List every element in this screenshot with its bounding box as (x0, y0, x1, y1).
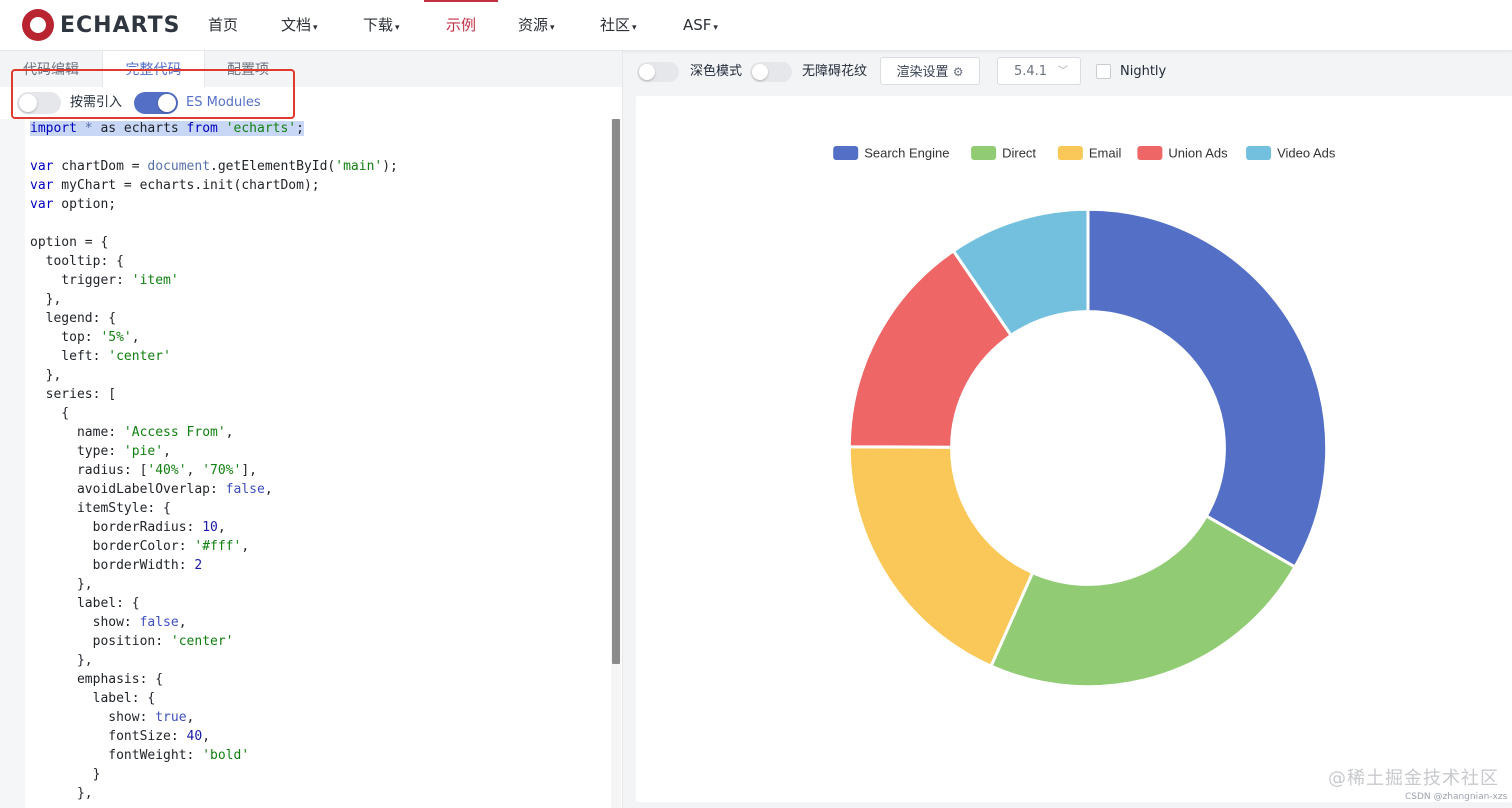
caret-down-icon: ▾ (550, 23, 555, 33)
legend-swatch (1246, 146, 1272, 160)
legend-label: Email (1089, 146, 1122, 161)
nav-item-resources[interactable]: 资源 ▾ (518, 0, 555, 50)
nav-item-download[interactable]: 下载 ▾ (363, 0, 400, 50)
nav-item-label: 资源 (518, 16, 549, 34)
version-select[interactable]: 5.4.1 ﹀ (997, 57, 1081, 85)
credit-text: CSDN @zhangnian-xzs (1405, 792, 1508, 802)
nav-item-docs[interactable]: 文档 ▾ (281, 0, 318, 50)
legend-label: Direct (1002, 146, 1036, 161)
editor-scrollbar-thumb[interactable] (612, 119, 620, 664)
caret-down-icon: ▾ (632, 23, 637, 33)
echarts-logo-icon (22, 9, 54, 41)
echarts-logo[interactable]: ECHARTS (22, 8, 180, 42)
legend-label: Union Ads (1168, 146, 1228, 161)
version-value: 5.4.1 (1014, 64, 1048, 79)
chevron-down-icon: ﹀ (1058, 66, 1068, 77)
nav-item-label: ASF (683, 16, 712, 34)
decal-toggle[interactable] (750, 62, 792, 82)
logo-text: ECHARTS (60, 12, 181, 38)
code-content: import * as echarts from 'echarts'; var c… (30, 121, 398, 801)
legend-swatch (971, 146, 997, 160)
nav-item-label: 下载 (363, 16, 394, 34)
dark-mode-toggle[interactable] (637, 62, 679, 82)
code-panel: 代码编辑 完整代码 配置项 按需引入 ES Modules import * a… (0, 51, 623, 808)
legend-label: Video Ads (1277, 146, 1336, 161)
nightly-label: Nightly (1120, 64, 1167, 79)
legend-swatch (1137, 146, 1163, 160)
nav-item-label: 首页 (208, 16, 239, 34)
toggle-knob (752, 64, 768, 80)
nav-item-examples[interactable]: 示例 (423, 0, 499, 50)
nav-item-label: 示例 (446, 16, 477, 34)
caret-down-icon: ▾ (395, 23, 400, 33)
pie-slice-direct[interactable] (989, 514, 1297, 689)
legend-item-search-engine[interactable]: Search Engine (833, 146, 949, 161)
code-editor[interactable]: import * as echarts from 'echarts'; var c… (0, 119, 622, 808)
pie-slice-search-engine[interactable] (1086, 207, 1329, 569)
legend-swatch (833, 146, 859, 160)
caret-down-icon: ▾ (313, 23, 318, 33)
toggle-knob (639, 64, 655, 80)
nav-item-home[interactable]: 首页 (208, 0, 238, 50)
donut-chart[interactable]: Search Engine Direct Email Union Ads Video A… (636, 96, 1512, 802)
legend-item-union-ads[interactable]: Union Ads (1137, 146, 1228, 161)
gear-icon: ⚙ (952, 65, 964, 79)
legend-item-video-ads[interactable]: Video Ads (1246, 146, 1336, 161)
caret-down-icon: ▾ (713, 23, 718, 33)
nav-item-label: 文档 (281, 16, 312, 34)
legend-item-email[interactable]: Email (1057, 146, 1122, 161)
highlight-annotation-box (11, 69, 295, 119)
chart-panel: Search Engine Direct Email Union Ads Video A… (636, 96, 1512, 802)
render-settings-label: 渲染设置 (896, 65, 949, 80)
nav-item-label: 社区 (600, 16, 631, 34)
nav-item-asf[interactable]: ASF ▾ (683, 0, 718, 50)
editor-gutter (0, 119, 25, 808)
pie-slice-email[interactable] (847, 445, 1035, 668)
nav-item-community[interactable]: 社区 ▾ (600, 0, 637, 50)
dark-mode-label: 深色模式 (690, 64, 743, 79)
nightly-checkbox[interactable] (1096, 64, 1111, 79)
legend-label: Search Engine (864, 146, 949, 161)
legend-item-direct[interactable]: Direct (971, 146, 1036, 161)
top-navigation: ECHARTS 首页 文档 ▾ 下载 ▾ 示例 资源 ▾ 社区 ▾ ASF ▾ (0, 0, 1512, 51)
watermark: @稀土掘金技术社区 (1328, 768, 1499, 789)
legend-swatch (1057, 146, 1083, 160)
decal-label: 无障碍花纹 (802, 64, 868, 79)
render-settings-button[interactable]: 渲染设置 ⚙ (880, 57, 980, 85)
